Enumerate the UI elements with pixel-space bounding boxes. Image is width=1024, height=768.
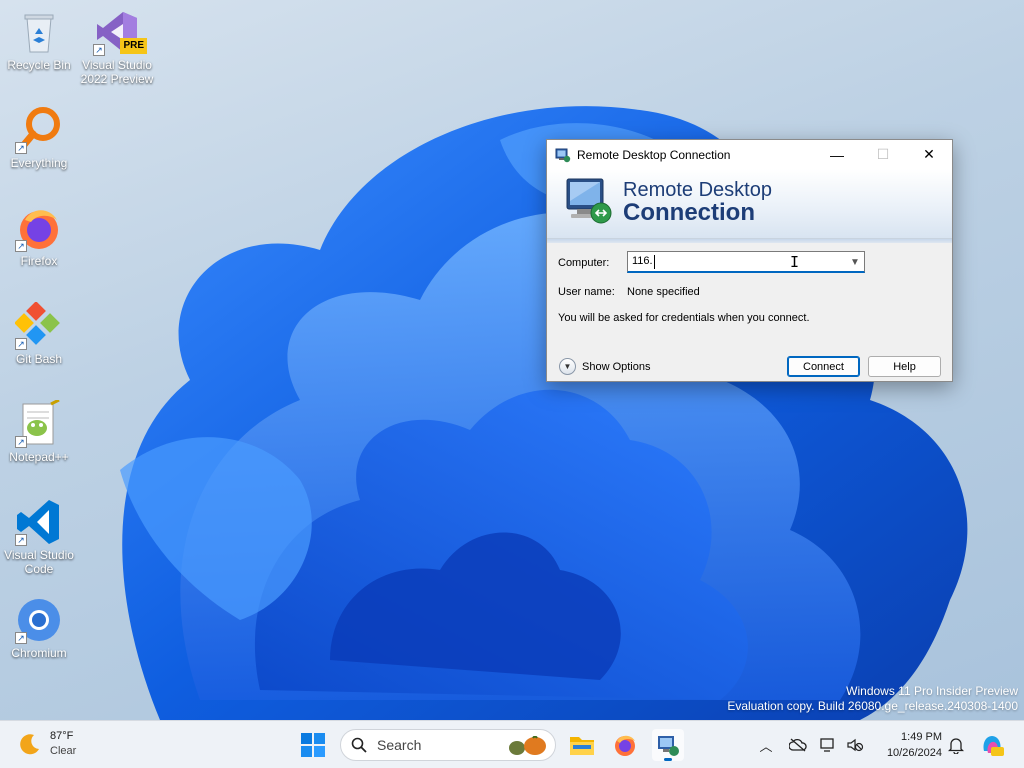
show-options-toggle[interactable]: ▼ Show Options: [559, 358, 650, 375]
search-icon: [351, 737, 367, 753]
maximize-icon: ☐: [876, 146, 890, 162]
cloud-offline-icon: [789, 738, 807, 752]
recycle-bin-icon: [15, 8, 63, 56]
taskbar-file-explorer[interactable]: [566, 729, 598, 761]
expand-chevron-icon: ▼: [559, 358, 576, 375]
everything-icon: ↗: [15, 106, 63, 154]
computer-combobox[interactable]: 116. ▼: [627, 251, 865, 273]
weather-condition: Clear: [50, 745, 77, 757]
active-app-indicator: [664, 758, 672, 761]
desktop-icon-label: Chromium: [11, 646, 67, 660]
desktop-icon-git-bash[interactable]: ↗ Git Bash: [0, 301, 78, 366]
desktop-icon-notepad-plus-plus[interactable]: ↗ Notepad++: [0, 398, 78, 464]
maximize-button[interactable]: ☐: [860, 140, 906, 169]
desktop-icon-label: Notepad++: [9, 450, 69, 464]
bell-icon: [948, 738, 964, 754]
desktop-icon-chromium[interactable]: ↗ Chromium: [0, 596, 78, 660]
close-button[interactable]: ✕: [906, 140, 952, 169]
clock-time: 1:49 PM: [901, 731, 942, 743]
copilot-button[interactable]: [980, 733, 1004, 757]
onedrive-tray[interactable]: [789, 736, 807, 754]
folder-icon: [570, 737, 594, 755]
remote-desktop-icon: [658, 736, 679, 756]
desktop-icon-visual-studio-code[interactable]: ↗ Visual Studio Code: [0, 498, 78, 576]
connection-form: Computer: 116. ▼ I User name: None speci…: [547, 243, 952, 383]
git-bash-icon: ↗: [14, 301, 63, 350]
close-icon: ✕: [923, 146, 935, 162]
firefox-icon: [615, 735, 635, 756]
firefox-icon: ↗: [15, 204, 63, 252]
username-value: None specified: [627, 286, 700, 298]
desktop-icon-label: Firefox: [20, 254, 58, 268]
remote-desktop-window[interactable]: Remote Desktop Connection — ☐ ✕ Remote D…: [546, 139, 953, 382]
start-button[interactable]: [300, 732, 326, 758]
taskbar-remote-desktop[interactable]: [652, 729, 684, 761]
show-options-label: Show Options: [582, 360, 651, 373]
shortcut-arrow-icon: ↗: [15, 142, 27, 154]
ibeam-cursor-icon: I: [790, 253, 800, 271]
help-button[interactable]: Help: [868, 356, 941, 377]
volume-tray[interactable]: [846, 736, 864, 754]
text-caret: [654, 255, 655, 269]
desktop-icon-label: Visual Studio Code: [4, 548, 74, 576]
window-titlebar[interactable]: Remote Desktop Connection — ☐ ✕: [547, 140, 952, 169]
weather-temperature: 87°F: [50, 730, 74, 742]
minimize-icon: —: [830, 146, 844, 163]
desktop-icon-visual-studio-2022-preview[interactable]: PRE ↗ Visual Studio 2022 Preview: [78, 8, 156, 86]
speaker-muted-icon: [847, 738, 864, 752]
desktop-icon-everything[interactable]: ↗ Everything: [0, 106, 78, 170]
taskbar-firefox[interactable]: [609, 729, 641, 761]
minimize-button[interactable]: —: [814, 140, 860, 169]
rdp-banner: Remote Desktop Connection: [547, 169, 952, 239]
watermark-line-2: Evaluation copy. Build 26080.ge_release.…: [727, 699, 1018, 713]
show-hidden-icons-button[interactable]: ︿: [757, 736, 775, 754]
chevron-down-icon[interactable]: ▼: [846, 252, 864, 272]
window-title: Remote Desktop Connection: [577, 147, 731, 162]
desktop-icon-label: Everything: [10, 156, 68, 170]
notepad-plus-plus-icon: ↗: [15, 398, 63, 448]
computer-input[interactable]: 116.: [632, 255, 653, 267]
search-placeholder: Search: [377, 737, 422, 753]
shortcut-arrow-icon: ↗: [15, 240, 27, 252]
remote-desktop-monitor-icon: [566, 178, 612, 224]
remote-desktop-app-icon: [555, 148, 571, 162]
computer-label: Computer:: [558, 257, 610, 269]
moon-icon: [20, 734, 39, 755]
watermark-line-1: Windows 11 Pro Insider Preview: [846, 684, 1018, 698]
banner-title-line-2: Connection: [623, 199, 755, 226]
notifications-button[interactable]: [947, 736, 965, 754]
desktop-icon-recycle-bin[interactable]: Recycle Bin: [0, 8, 78, 72]
shortcut-arrow-icon: ↗: [15, 632, 27, 644]
network-disconnected-icon: [820, 738, 834, 752]
shortcut-arrow-icon: ↗: [15, 534, 27, 546]
taskbar: 87°F Clear Search ︿ 1:49 PM 10/26/2024: [0, 720, 1024, 768]
desktop-icon-label: Git Bash: [15, 352, 63, 366]
taskbar-clock[interactable]: 1:49 PM 10/26/2024: [872, 729, 942, 761]
desktop-icon-firefox[interactable]: ↗ Firefox: [0, 204, 78, 268]
connect-button[interactable]: Connect: [787, 356, 860, 377]
credentials-info-text: You will be asked for credentials when y…: [558, 312, 810, 324]
chromium-icon: ↗: [15, 596, 63, 644]
windows-watermark: Windows 11 Pro Insider Preview Evaluatio…: [727, 684, 1018, 714]
vscode-icon: ↗: [15, 498, 63, 546]
clock-date: 10/26/2024: [886, 747, 942, 759]
desktop-icon-label: Recycle Bin: [7, 58, 71, 72]
weather-widget[interactable]: 87°F Clear: [18, 729, 76, 759]
network-tray[interactable]: [820, 736, 838, 754]
copilot-icon: [983, 736, 1004, 756]
windows-logo-icon: [301, 733, 325, 757]
shortcut-arrow-icon: ↗: [15, 436, 27, 448]
shortcut-arrow-icon: ↗: [93, 44, 105, 56]
chevron-up-icon: ︿: [759, 738, 773, 754]
shortcut-arrow-icon: ↗: [15, 338, 27, 350]
search-highlight-icon: [509, 736, 546, 755]
taskbar-search[interactable]: Search: [340, 729, 556, 761]
pre-badge: PRE: [120, 38, 147, 54]
username-label: User name:: [558, 286, 615, 298]
visual-studio-icon: PRE ↗: [93, 8, 147, 56]
desktop-icon-label: Visual Studio 2022 Preview: [80, 58, 154, 86]
